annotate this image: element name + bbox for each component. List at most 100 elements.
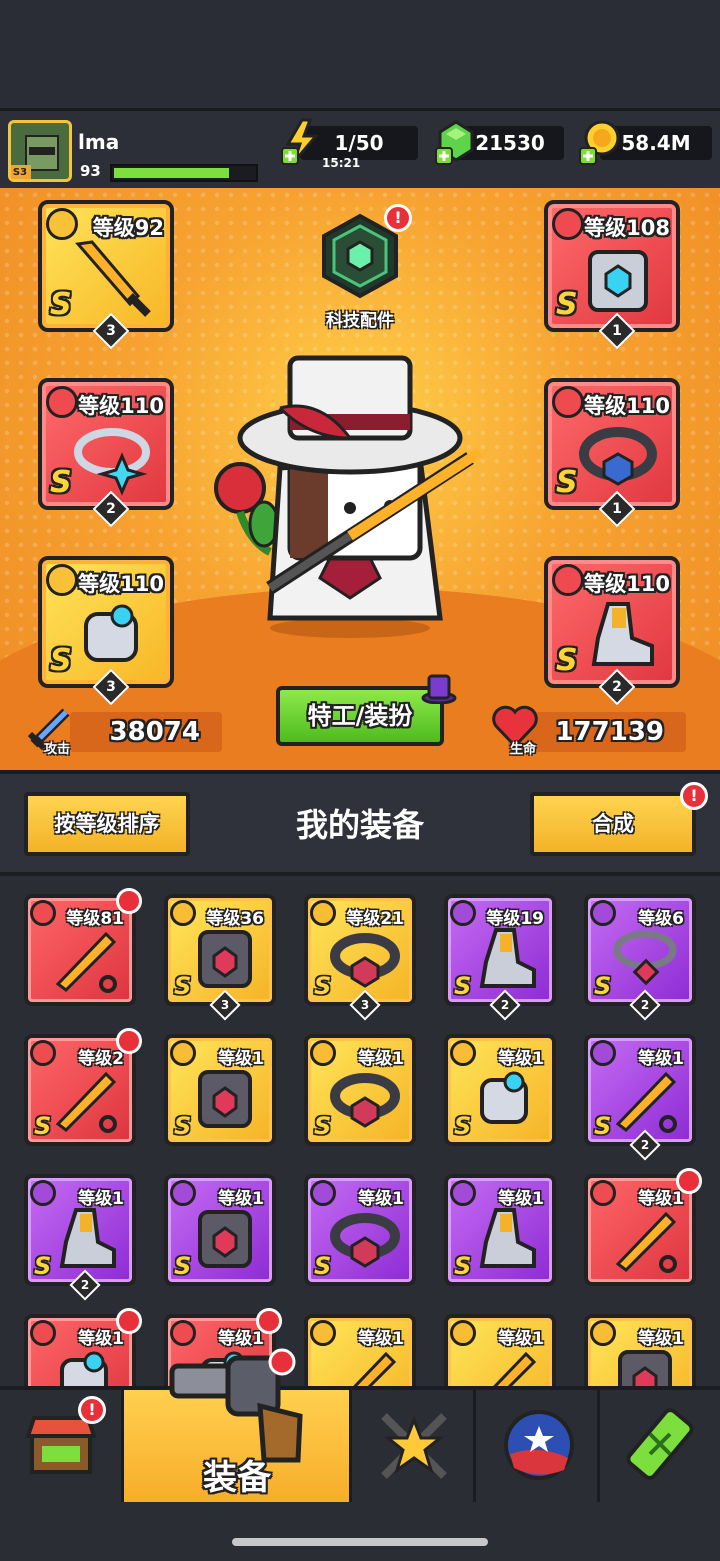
- inventory-item[interactable]: 等级1 S: [304, 1174, 416, 1286]
- player-name: lma: [78, 130, 120, 154]
- equipped-armor-slot[interactable]: 等级108 S 1: [544, 200, 680, 350]
- armor-type-icon: [552, 208, 584, 240]
- agent-character[interactable]: [200, 348, 500, 638]
- tech-alert-badge: !: [384, 204, 412, 232]
- new-item-badge: [116, 888, 142, 914]
- equipped-necklace-rank: S: [50, 465, 72, 500]
- boots-icon: [479, 1208, 536, 1268]
- gem-icon[interactable]: [434, 118, 478, 166]
- inventory-item[interactable]: 等级6 S 2: [584, 894, 696, 1021]
- armor-type-icon: [170, 1180, 196, 1206]
- weapon-icon: [615, 1071, 677, 1133]
- belt-type-icon: [310, 1040, 336, 1066]
- belt-type-icon: [310, 900, 336, 926]
- armor-icon: [198, 1070, 252, 1128]
- inventory-item[interactable]: 等级1 S 2: [584, 1034, 696, 1161]
- inventory-item[interactable]: 等级36 S 3: [164, 894, 276, 1021]
- attack-stat: 38074: [70, 712, 222, 752]
- equipped-armor-rank: S: [556, 287, 578, 322]
- inventory-item[interactable]: 等级1 S: [444, 1034, 556, 1146]
- inventory-item[interactable]: 等级1: [584, 1314, 696, 1386]
- inventory-item[interactable]: 等级1: [444, 1314, 556, 1386]
- inventory-item[interactable]: 等级1 S: [164, 1034, 276, 1146]
- coin-value: 58.4M: [621, 131, 691, 155]
- item-rank: S: [594, 972, 612, 1000]
- item-rank: S: [454, 972, 472, 1000]
- inventory-item[interactable]: 等级1 S 2: [24, 1174, 136, 1301]
- hp-label: 生命: [510, 742, 537, 757]
- sort-by-level-button[interactable]: 按等级排序: [24, 792, 190, 856]
- equipped-necklace-slot[interactable]: 等级110 S 2: [38, 378, 174, 528]
- item-rank: S: [174, 972, 192, 1000]
- merge-alert-badge: !: [680, 782, 708, 810]
- energy-value: 1/50: [334, 131, 384, 155]
- inventory-item[interactable]: 等级19 S 2: [444, 894, 556, 1021]
- inventory-title: 我的装备: [295, 806, 424, 844]
- equipped-boots-slot[interactable]: 等级110 S 2: [544, 556, 680, 706]
- weapon-type-icon: [450, 1320, 476, 1346]
- inventory-item[interactable]: 等级1: [304, 1314, 416, 1386]
- item-rank: S: [34, 1252, 52, 1280]
- star-orb-icon: [504, 1410, 574, 1480]
- inventory-grid: 等级81 等级36 S 3 等级21 S 3 等级19 S 2 等级6 S 2 等级2 S 等级1 S 等级1 S 等…: [0, 876, 720, 1386]
- armor-type-icon: [590, 1320, 616, 1346]
- inventory-item[interactable]: 等级1 S: [164, 1174, 276, 1286]
- home-indicator[interactable]: [232, 1538, 488, 1546]
- necklace-type-icon: [46, 386, 78, 418]
- weapon-icon: [615, 1211, 677, 1273]
- equipped-belt-slot[interactable]: 等级110 S 1: [544, 378, 680, 528]
- glove-type-icon: [450, 1040, 476, 1066]
- boots-type-icon: [552, 564, 584, 596]
- merge-button[interactable]: 合成: [530, 792, 696, 856]
- weapon-type-icon: [590, 1180, 616, 1206]
- glove-icon: [480, 1071, 528, 1124]
- shop-alert-badge: !: [78, 1396, 106, 1424]
- necklace-icon: [74, 428, 150, 496]
- inventory-item[interactable]: 等级1: [584, 1168, 702, 1286]
- equipped-glove-slot[interactable]: 等级110 S 3: [38, 556, 174, 706]
- inventory-item[interactable]: 等级1 S: [444, 1174, 556, 1286]
- season-badge: S3: [11, 165, 31, 179]
- weapon-type-icon: [310, 1320, 336, 1346]
- nav-tab-lab[interactable]: [600, 1390, 720, 1502]
- new-item-badge: [116, 1028, 142, 1054]
- equipped-weapon-slot[interactable]: 等级92 S 3: [38, 200, 174, 350]
- inventory-item[interactable]: 等级2 S: [24, 1028, 142, 1146]
- player-avatar[interactable]: S3: [8, 120, 72, 182]
- item-rank: S: [454, 1252, 472, 1280]
- nav-tab-shop[interactable]: !: [0, 1390, 124, 1502]
- inventory-item[interactable]: 等级1: [24, 1308, 142, 1386]
- nav-tab-talents[interactable]: [352, 1390, 476, 1502]
- dna-capsule-icon: [626, 1408, 694, 1480]
- agent-costume-button[interactable]: 特工/装扮: [276, 686, 444, 746]
- item-rank: S: [314, 1112, 332, 1140]
- gem-value: 21530: [475, 131, 545, 155]
- belt-icon: [330, 1073, 400, 1128]
- coin-icon[interactable]: [578, 118, 622, 166]
- weapon-icon: [493, 1351, 537, 1386]
- necklace-icon: [613, 930, 677, 986]
- weapon-icon: [55, 931, 117, 993]
- boots-type-icon: [450, 1180, 476, 1206]
- nav-tab-events[interactable]: [476, 1390, 600, 1502]
- revolver-icon: [169, 1348, 303, 1463]
- boots-type-icon: [30, 1180, 56, 1206]
- item-rank: S: [594, 1112, 612, 1140]
- belt-icon: [330, 1213, 400, 1268]
- item-rank: S: [314, 1252, 332, 1280]
- inventory-item[interactable]: 等级1 S: [304, 1034, 416, 1146]
- top-hat-icon: [421, 674, 457, 704]
- inventory-item[interactable]: 等级21 S 3: [304, 894, 416, 1021]
- equipped-belt-rank: S: [556, 465, 578, 500]
- tech-parts-label: 科技配件: [326, 311, 394, 331]
- item-rank: S: [174, 1252, 192, 1280]
- status-bar: [0, 0, 720, 108]
- weapon-icon: [353, 1351, 397, 1386]
- item-star: 2: [69, 1269, 101, 1301]
- inventory-item[interactable]: 等级81: [24, 888, 142, 1006]
- equipped-boots-rank: S: [556, 643, 578, 678]
- energy-bolt-icon[interactable]: [280, 118, 324, 166]
- armor-icon: [198, 930, 252, 988]
- weapon-icon: [55, 1071, 117, 1133]
- avatar-glasses: [29, 147, 55, 155]
